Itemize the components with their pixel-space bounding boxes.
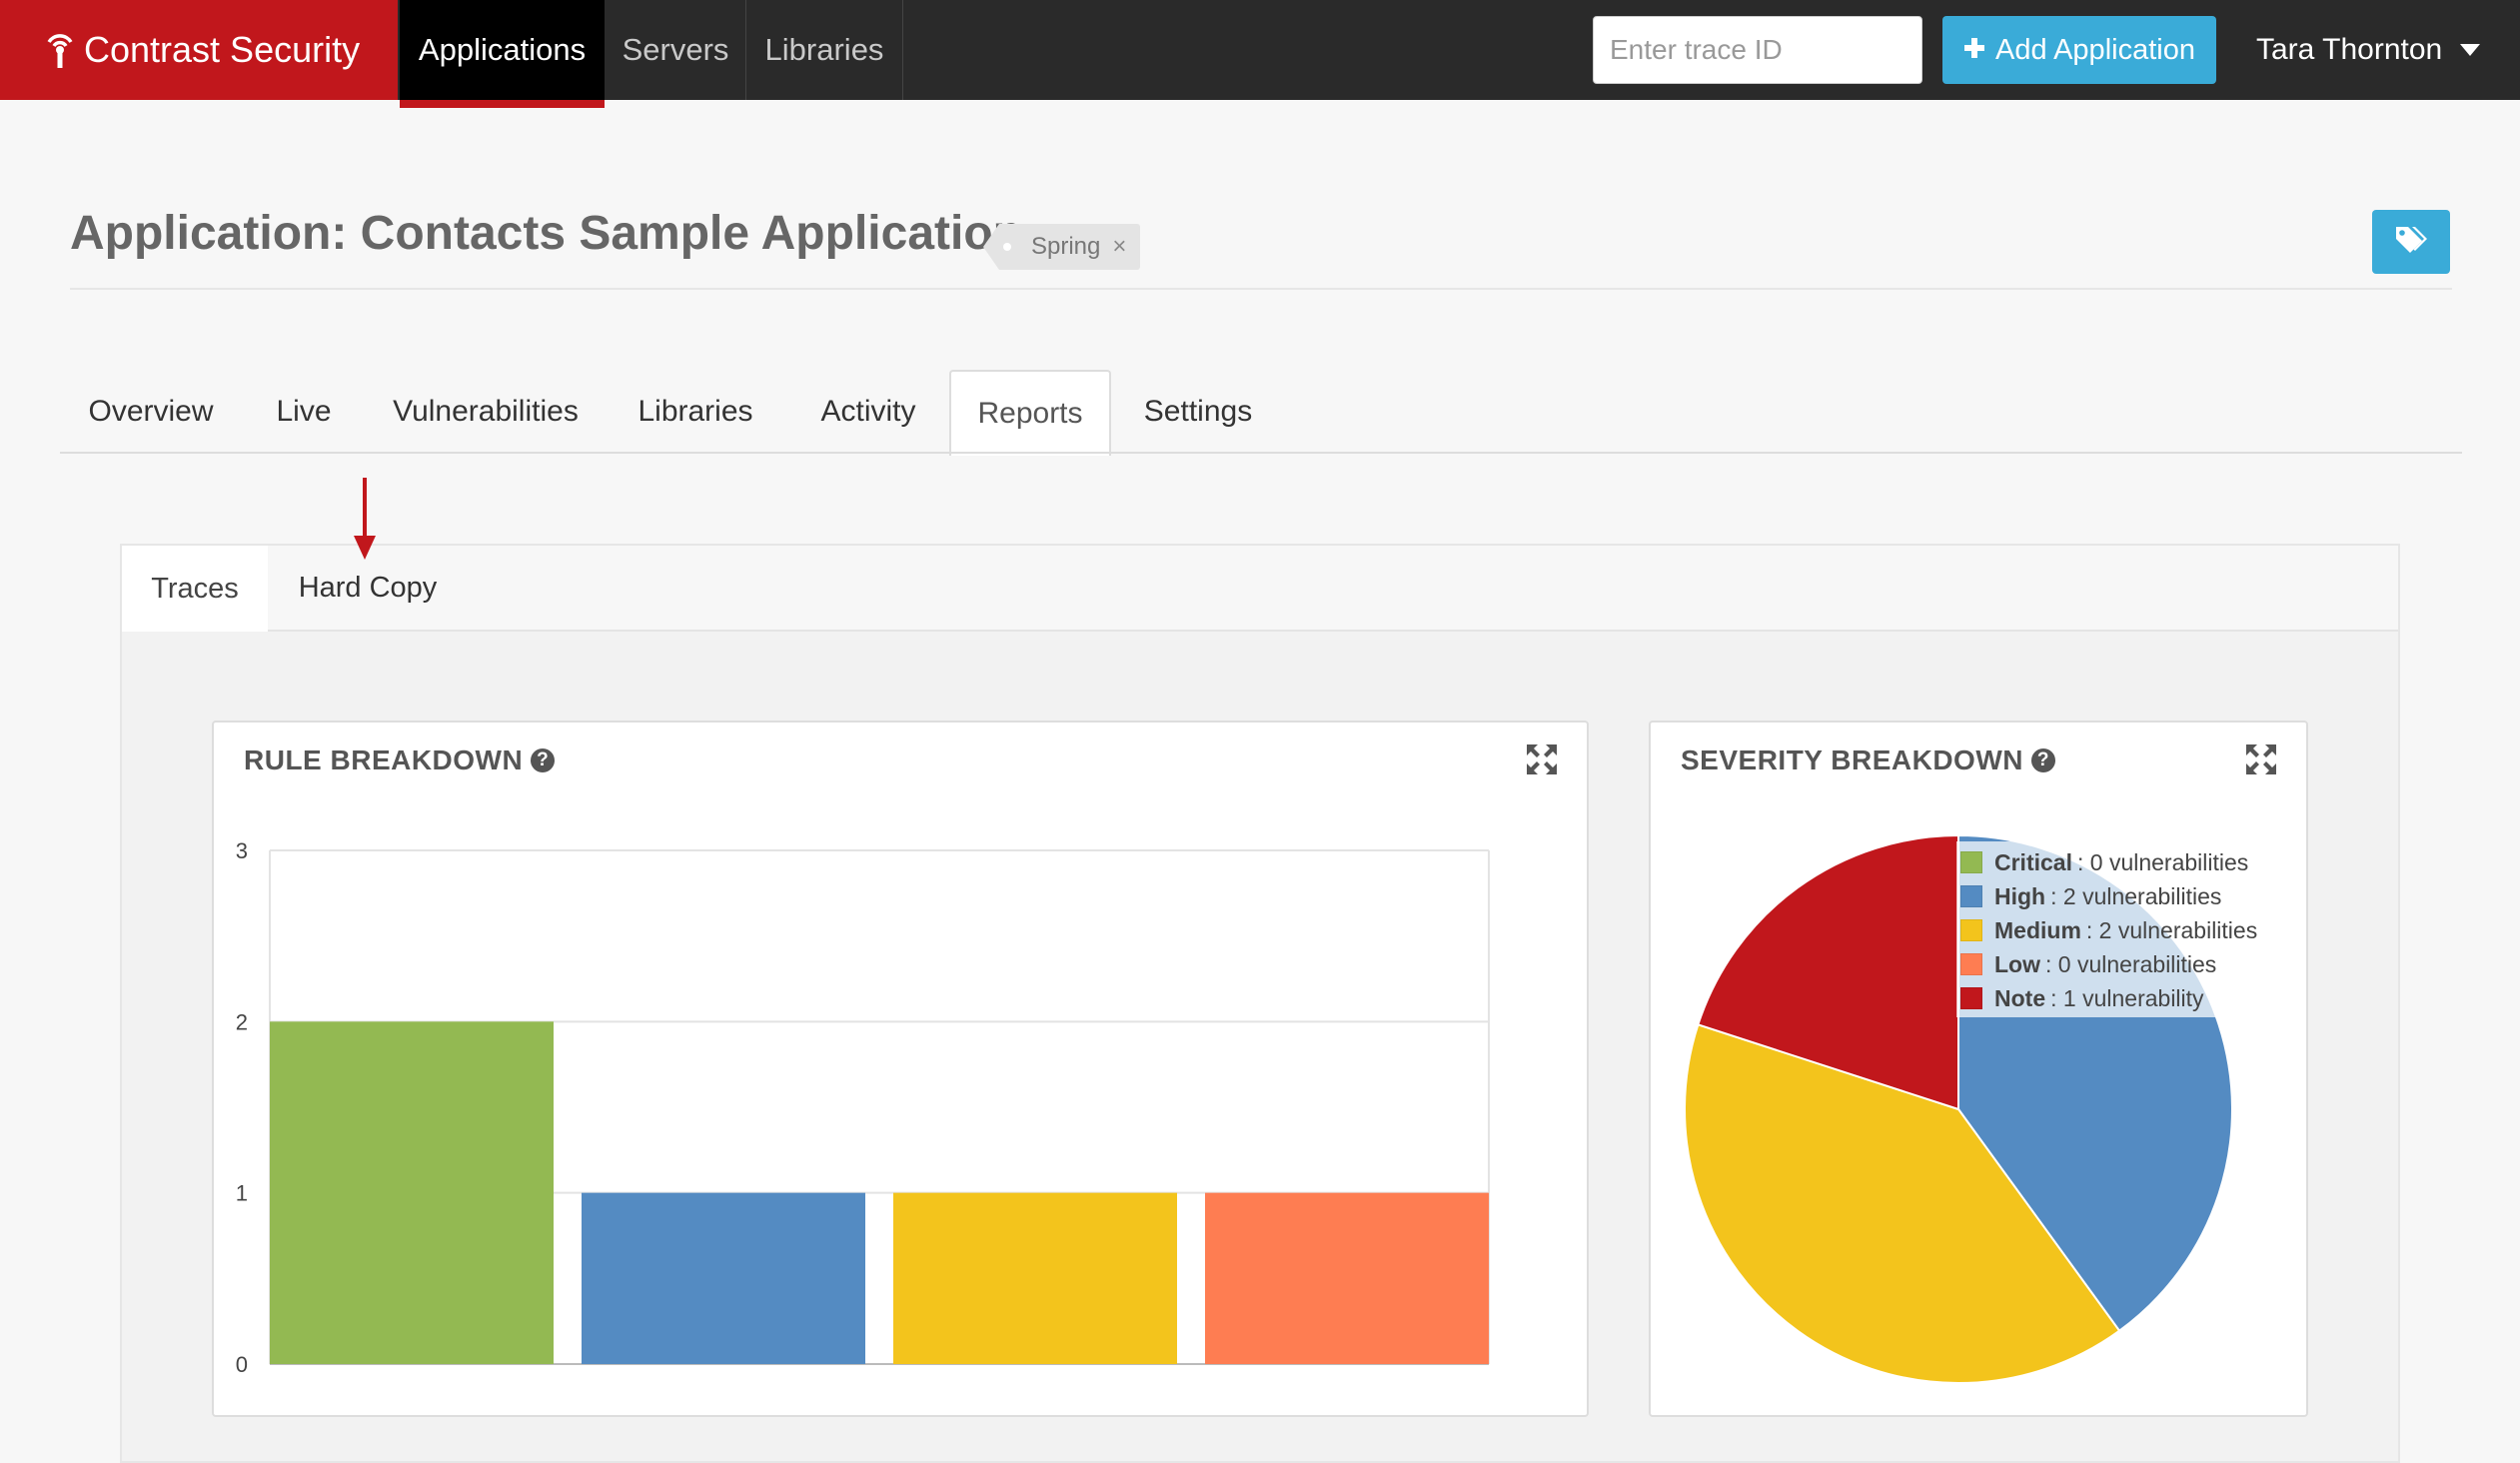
plus-icon: [1963, 34, 1985, 67]
legend-item-note[interactable]: Note: 1 vulnerability: [1960, 981, 2257, 1015]
add-application-label: Add Application: [1995, 33, 2195, 66]
legend-item-high[interactable]: High: 2 vulnerabilities: [1960, 879, 2257, 913]
tab-vulnerabilities-label: Vulnerabilities: [393, 395, 579, 428]
nav-divider: [902, 0, 903, 100]
tab-overview-label: Overview: [88, 395, 214, 428]
y-tick-label: 2: [236, 1009, 248, 1034]
legend-swatch: [1960, 953, 1982, 975]
bar[interactable]: [1205, 1192, 1489, 1364]
y-tick-label: 3: [236, 838, 248, 863]
bar[interactable]: [270, 1021, 554, 1364]
top-navbar: Contrast Security Applications Servers L…: [0, 0, 2520, 108]
tab-reports[interactable]: Reports: [949, 370, 1111, 456]
tag-label: Spring: [1031, 233, 1101, 260]
legend-value: 2 vulnerabilities: [2098, 916, 2258, 943]
legend-label: Note: [1994, 984, 2046, 1011]
severity-breakdown-chart: [1684, 833, 2233, 1384]
tag-body: Spring ×: [999, 224, 1141, 270]
brand-logo[interactable]: Contrast Security: [0, 0, 398, 100]
legend-item-medium[interactable]: Medium: 2 vulnerabilities: [1960, 913, 2257, 947]
legend-swatch: [1960, 919, 1982, 941]
legend-label: Critical: [1994, 848, 2072, 875]
legend-swatch: [1960, 885, 1982, 907]
user-name: Tara Thornton: [2256, 33, 2443, 66]
brand-name: Contrast Security: [84, 29, 361, 70]
tags-button[interactable]: [2372, 210, 2450, 274]
tab-overview[interactable]: Overview: [60, 370, 242, 454]
tab-vulnerabilities[interactable]: Vulnerabilities: [366, 370, 606, 454]
nav-libraries[interactable]: Libraries: [746, 0, 902, 100]
legend-label: Medium: [1994, 916, 2081, 943]
tabs-underline: [60, 452, 2462, 454]
y-tick-label: 0: [236, 1352, 248, 1377]
legend-label: Low: [1994, 950, 2040, 977]
caret-down-icon: [2460, 44, 2481, 56]
tab-live-label: Live: [276, 395, 332, 428]
app-tabs: Overview Live Vulnerabilities Libraries …: [60, 370, 2462, 456]
nav-applications-label: Applications: [418, 32, 587, 67]
legend-item-critical[interactable]: Critical: 0 vulnerabilities: [1960, 845, 2257, 879]
rule-breakdown-chart: 0 1 2 3: [236, 838, 1490, 1377]
tag-shape: [983, 224, 999, 270]
tab-live[interactable]: Live: [242, 370, 366, 454]
legend-label: High: [1994, 882, 2046, 909]
bar[interactable]: [893, 1192, 1177, 1364]
subtab-hard-copy-label: Hard Copy: [298, 571, 438, 604]
nav-applications[interactable]: Applications: [400, 0, 605, 108]
header-divider: [70, 288, 2452, 290]
tab-libraries-label: Libraries: [637, 395, 753, 428]
tags-icon: [2394, 225, 2428, 260]
tab-settings[interactable]: Settings: [1111, 370, 1285, 454]
legend-swatch: [1960, 851, 1982, 873]
bar[interactable]: [582, 1192, 865, 1364]
user-menu[interactable]: Tara Thornton: [2256, 0, 2481, 100]
tab-activity[interactable]: Activity: [785, 370, 951, 454]
legend-swatch: [1960, 987, 1982, 1009]
severity-breakdown-card: SEVERITY BREAKDOWN ?: [1649, 721, 2308, 1417]
y-tick-label: 1: [236, 1181, 248, 1206]
trace-id-input[interactable]: [1593, 16, 1922, 84]
legend-value: 0 vulnerabilities: [2057, 950, 2217, 977]
subtab-traces-label: Traces: [151, 572, 239, 605]
tag-remove-icon[interactable]: ×: [1112, 233, 1126, 261]
tag-chip[interactable]: Spring ×: [983, 224, 1141, 270]
tab-libraries[interactable]: Libraries: [606, 370, 785, 454]
contrast-logo-icon: [46, 30, 74, 70]
legend-item-low[interactable]: Low: 0 vulnerabilities: [1960, 947, 2257, 981]
annotation-arrow-icon: [352, 478, 378, 567]
nav-libraries-label: Libraries: [764, 32, 884, 67]
tab-activity-label: Activity: [820, 395, 916, 428]
page-title: Application: Contacts Sample Application: [70, 207, 1022, 260]
tab-settings-label: Settings: [1143, 395, 1253, 428]
subtab-traces[interactable]: Traces: [122, 546, 268, 632]
nav-servers[interactable]: Servers: [606, 0, 745, 100]
reports-subtab-bar: Traces Hard Copy: [122, 546, 2398, 632]
nav-servers-label: Servers: [622, 32, 729, 67]
tab-reports-label: Reports: [977, 397, 1083, 430]
legend-value: 2 vulnerabilities: [2062, 882, 2222, 909]
legend-value: 0 vulnerabilities: [2089, 848, 2249, 875]
add-application-button[interactable]: Add Application: [1942, 16, 2216, 84]
rule-breakdown-card: RULE BREAKDOWN ? 0123: [212, 721, 1589, 1417]
tag-hole-icon: [1003, 243, 1011, 251]
severity-legend: Critical: 0 vulnerabilities High: 2 vuln…: [1956, 841, 2262, 1017]
legend-value: 1 vulnerability: [2062, 984, 2204, 1011]
